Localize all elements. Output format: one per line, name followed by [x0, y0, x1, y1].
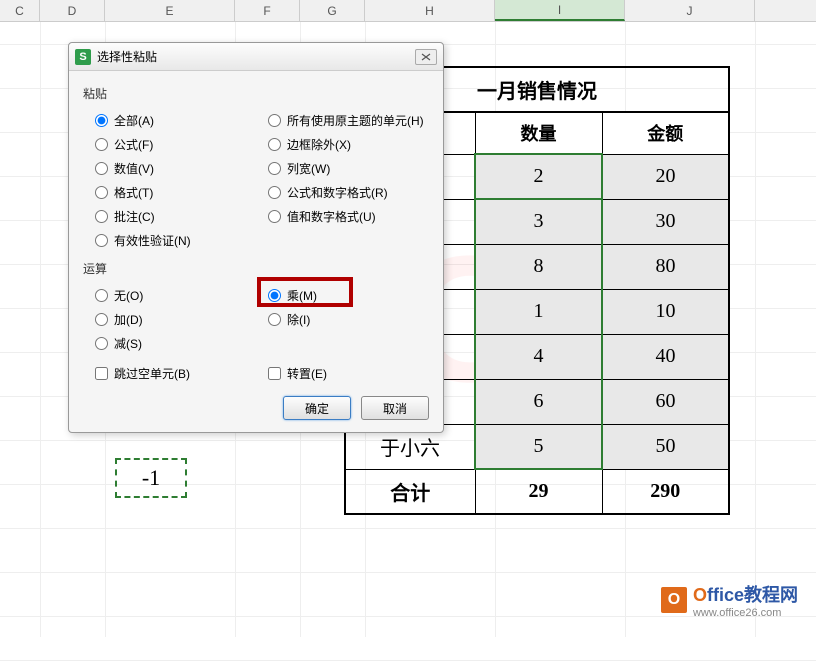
radio-paste[interactable]: 有效性验证(N) [83, 228, 256, 252]
table-row-qty[interactable]: 5 [475, 424, 602, 469]
logo-url: www.office26.com [693, 607, 798, 619]
close-button[interactable] [415, 49, 437, 65]
operation-group-label: 运算 [83, 260, 429, 277]
table-row-amt[interactable]: 80 [602, 244, 729, 289]
radio-paste[interactable]: 值和数字格式(U) [256, 204, 429, 228]
total-amt: 290 [602, 469, 729, 514]
column-header-H[interactable]: H [365, 0, 495, 21]
table-row-qty[interactable]: 1 [475, 289, 602, 334]
column-header-E[interactable]: E [105, 0, 235, 21]
transpose-label: 转置(E) [287, 365, 327, 382]
radio-paste[interactable]: 全部(A) [83, 108, 256, 132]
app-icon: S [75, 49, 91, 65]
logo-brand: Office教程网 [693, 581, 798, 607]
table-row-amt[interactable]: 30 [602, 199, 729, 244]
table-row-qty[interactable]: 4 [475, 334, 602, 379]
table-row-amt[interactable]: 40 [602, 334, 729, 379]
column-header-G[interactable]: G [300, 0, 365, 21]
table-row-qty[interactable]: 6 [475, 379, 602, 424]
radio-paste[interactable]: 列宽(W) [256, 156, 429, 180]
col-header-qty: 数量 [475, 112, 602, 154]
column-header-C[interactable]: C [0, 0, 40, 21]
ok-button[interactable]: 确定 [283, 396, 351, 420]
table-row-amt[interactable]: 60 [602, 379, 729, 424]
dialog-titlebar[interactable]: S 选择性粘贴 [69, 43, 443, 71]
table-row-qty[interactable]: 8 [475, 244, 602, 289]
table-row-amt[interactable]: 50 [602, 424, 729, 469]
paste-group-label: 粘贴 [83, 85, 429, 102]
table-row-amt[interactable]: 10 [602, 289, 729, 334]
radio-op[interactable]: 加(D) [83, 307, 256, 331]
column-header-J[interactable]: J [625, 0, 755, 21]
radio-op[interactable]: 除(I) [256, 307, 429, 331]
column-header-D[interactable]: D [40, 0, 105, 21]
close-icon [421, 53, 431, 61]
radio-paste[interactable]: 批注(C) [83, 204, 256, 228]
transpose-checkbox[interactable]: 转置(E) [256, 365, 429, 382]
skip-blanks-label: 跳过空单元(B) [114, 365, 190, 382]
skip-blanks-checkbox[interactable]: 跳过空单元(B) [83, 365, 256, 382]
cancel-button[interactable]: 取消 [361, 396, 429, 420]
radio-paste[interactable]: 格式(T) [83, 180, 256, 204]
table-row-amt[interactable]: 20 [602, 154, 729, 199]
footer-logo: O Office教程网 www.office26.com [661, 581, 798, 619]
radio-paste[interactable]: 数值(V) [83, 156, 256, 180]
table-row-qty[interactable]: 2 [475, 154, 602, 199]
radio-paste[interactable]: 公式和数字格式(R) [256, 180, 429, 204]
copied-cell-marquee[interactable]: -1 [115, 458, 187, 498]
column-header-F[interactable]: F [235, 0, 300, 21]
total-qty: 29 [475, 469, 602, 514]
logo-icon: O [661, 587, 687, 613]
radio-op[interactable]: 乘(M) [256, 283, 429, 307]
col-header-amt: 金额 [602, 112, 729, 154]
radio-op[interactable]: 无(O) [83, 283, 256, 307]
table-row-qty[interactable]: 3 [475, 199, 602, 244]
dialog-title: 选择性粘贴 [97, 48, 415, 65]
radio-paste[interactable]: 边框除外(X) [256, 132, 429, 156]
radio-paste[interactable]: 所有使用原主题的单元(H) [256, 108, 429, 132]
total-label: 合计 [345, 469, 475, 514]
paste-special-dialog: S 选择性粘贴 粘贴 全部(A)公式(F)数值(V)格式(T)批注(C)有效性验… [68, 42, 444, 433]
radio-op[interactable]: 减(S) [83, 331, 256, 355]
column-headers: CDEFGHIJ [0, 0, 816, 22]
radio-paste[interactable]: 公式(F) [83, 132, 256, 156]
column-header-I[interactable]: I [495, 0, 625, 21]
